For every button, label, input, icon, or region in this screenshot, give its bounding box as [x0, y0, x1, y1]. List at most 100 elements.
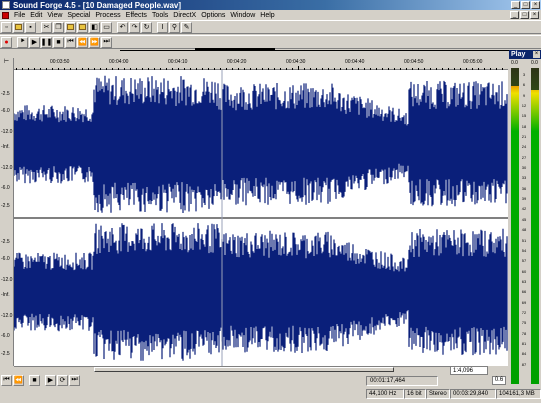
menu-help[interactable]: Help [260, 12, 274, 19]
menu-process[interactable]: Process [95, 12, 120, 19]
peak-right[interactable]: 0.0 [530, 60, 539, 67]
menu-options[interactable]: Options [201, 12, 225, 19]
rewind-icon[interactable]: ⏪ [13, 374, 24, 386]
go-to-start-icon[interactable]: ⏮ [65, 36, 76, 48]
meter-db-label: 12 [521, 103, 527, 109]
amplitude-label: -2.5 [1, 203, 10, 210]
status-length: 00:03:29,840 [450, 389, 496, 399]
meter-db-label: 60 [521, 268, 527, 274]
meter-db-label: 33 [521, 175, 527, 181]
waveform-display[interactable] [14, 70, 508, 366]
window-title: Sound Forge 4.5 - [10 Damaged People.wav… [13, 0, 182, 10]
redo-icon[interactable]: ↷ [129, 21, 140, 33]
amplitude-scale: -2.5 -6.0 -12.0 -Inf. -12.0 -6.0 -2.5 -2.5 -6.0 -… [0, 70, 14, 366]
stop-icon[interactable]: ■ [53, 36, 64, 48]
minimize-button[interactable]: _ [511, 1, 520, 9]
sound-forge-window: Sound Forge 4.5 - [10 Damaged People.wav… [0, 0, 541, 403]
meter-db-label: 69 [521, 299, 527, 305]
meter-db-label: 42 [521, 206, 527, 212]
doc-close-button[interactable]: × [530, 11, 539, 19]
go-to-start-icon[interactable]: ⏮ [1, 374, 12, 386]
meter-db-label: 21 [521, 134, 527, 140]
menu-effects[interactable]: Effects [126, 12, 147, 19]
trim-icon[interactable]: ◧ [89, 21, 100, 33]
amplitude-label: -Inf. [1, 143, 10, 150]
play-meter: Play × 0.0 0.0 3 6 9 12 15 18 21 24 27 30 33 36 39 42… [509, 50, 541, 386]
zoom-ratio[interactable]: 1:4,096 [450, 366, 488, 375]
menu-window[interactable]: Window [230, 12, 255, 19]
mix-icon[interactable] [77, 21, 88, 33]
meter-db-label: 72 [521, 309, 527, 315]
meter-db-label: 48 [521, 227, 527, 233]
magnify-tool-icon[interactable]: ⚲ [169, 21, 180, 33]
meter-db-label: 39 [521, 196, 527, 202]
undo-icon[interactable]: ↶ [117, 21, 128, 33]
maximize-button[interactable]: □ [521, 1, 530, 9]
overview-view-indicator[interactable] [195, 48, 275, 51]
document-icon[interactable] [2, 11, 9, 19]
record-icon[interactable]: ● [1, 36, 12, 48]
meter-db-label: 15 [521, 113, 527, 119]
play-icon[interactable]: ▶ [45, 374, 56, 386]
meter-db-label: 27 [521, 154, 527, 160]
standard-toolbar: ▫ ▪ ✂ ❐ ◧ ▭ ↶ ↷ ↻ I ⚲ ✎ [0, 20, 541, 34]
amplitude-label: -12.0 [1, 277, 13, 284]
peak-left[interactable]: 0.0 [510, 60, 519, 67]
menu-special[interactable]: Special [67, 12, 90, 19]
cut-icon[interactable]: ✂ [41, 21, 52, 33]
menu-tools[interactable]: Tools [152, 12, 168, 19]
play-icon[interactable]: ▶ [29, 36, 40, 48]
cursor-position: 00:01:17,464 [366, 376, 438, 386]
overview-bar[interactable] [120, 48, 510, 56]
amplitude-label: -2.5 [1, 90, 10, 97]
horizontal-scrollbar[interactable] [14, 366, 450, 372]
go-to-end-icon[interactable]: ⏭ [101, 36, 112, 48]
pause-icon[interactable]: ❚❚ [41, 36, 52, 48]
doc-restore-button[interactable]: □ [520, 11, 529, 19]
play-meter-close-icon[interactable]: × [533, 51, 540, 58]
waveform-graphic[interactable] [14, 70, 508, 366]
play-all-icon[interactable]: ⯈ [17, 36, 28, 48]
waveform-channel [14, 75, 508, 213]
amplitude-label: -6.0 [1, 333, 10, 340]
stop-icon[interactable]: ■ [29, 374, 40, 386]
title-bar[interactable]: Sound Forge 4.5 - [10 Damaged People.wav… [0, 0, 541, 10]
menu-file[interactable]: File [14, 12, 25, 19]
meter-db-label: 84 [521, 351, 527, 357]
fast-forward-icon[interactable]: ⏩ [89, 36, 100, 48]
meter-db-label: 30 [521, 165, 527, 171]
rewind-icon[interactable]: ⏪ [77, 36, 88, 48]
meter-db-label: 9 [522, 92, 526, 98]
new-file-icon[interactable]: ▫ [1, 21, 12, 33]
meter-db-label: 66 [521, 289, 527, 295]
scrollbar-thumb[interactable] [94, 367, 394, 372]
meter-db-label: 78 [521, 330, 527, 336]
save-icon[interactable]: ▪ [25, 21, 36, 33]
go-to-end-icon[interactable]: ⏭ [69, 374, 80, 386]
meter-db-label: 3 [522, 72, 526, 77]
edit-tool-icon[interactable]: I [157, 21, 168, 33]
meter-bar-right [531, 68, 539, 384]
ruler-label: 00:03:50 [50, 59, 70, 65]
repeat-icon[interactable]: ↻ [141, 21, 152, 33]
copy-icon[interactable]: ❐ [53, 21, 64, 33]
menu-view[interactable]: View [47, 12, 62, 19]
delete-icon[interactable]: ▭ [101, 21, 112, 33]
menu-bar: File Edit View Special Process Effects T… [0, 10, 541, 20]
doc-minimize-button[interactable]: _ [510, 11, 519, 19]
menu-directx[interactable]: DirectX [173, 12, 196, 19]
meter-db-label: 18 [521, 123, 527, 129]
app-icon [2, 1, 10, 9]
paste-icon[interactable] [65, 21, 76, 33]
menu-edit[interactable]: Edit [30, 12, 42, 19]
open-folder-icon[interactable] [13, 21, 24, 33]
ruler-corner-icon[interactable]: ⊢ [0, 58, 14, 70]
play-loop-icon[interactable]: ⟳ [57, 374, 68, 386]
zoom-level-button[interactable]: 0.6 [492, 376, 506, 385]
time-ruler[interactable]: 00:03:50 00:04:00 00:04:10 00:04:20 00:04:30… [14, 58, 508, 70]
close-button[interactable]: × [531, 1, 540, 9]
status-bit-depth: 16 bit [404, 389, 426, 399]
ruler-label: 00:05:00 [463, 59, 483, 65]
ruler-label: 00:04:00 [109, 59, 129, 65]
pencil-tool-icon[interactable]: ✎ [181, 21, 192, 33]
